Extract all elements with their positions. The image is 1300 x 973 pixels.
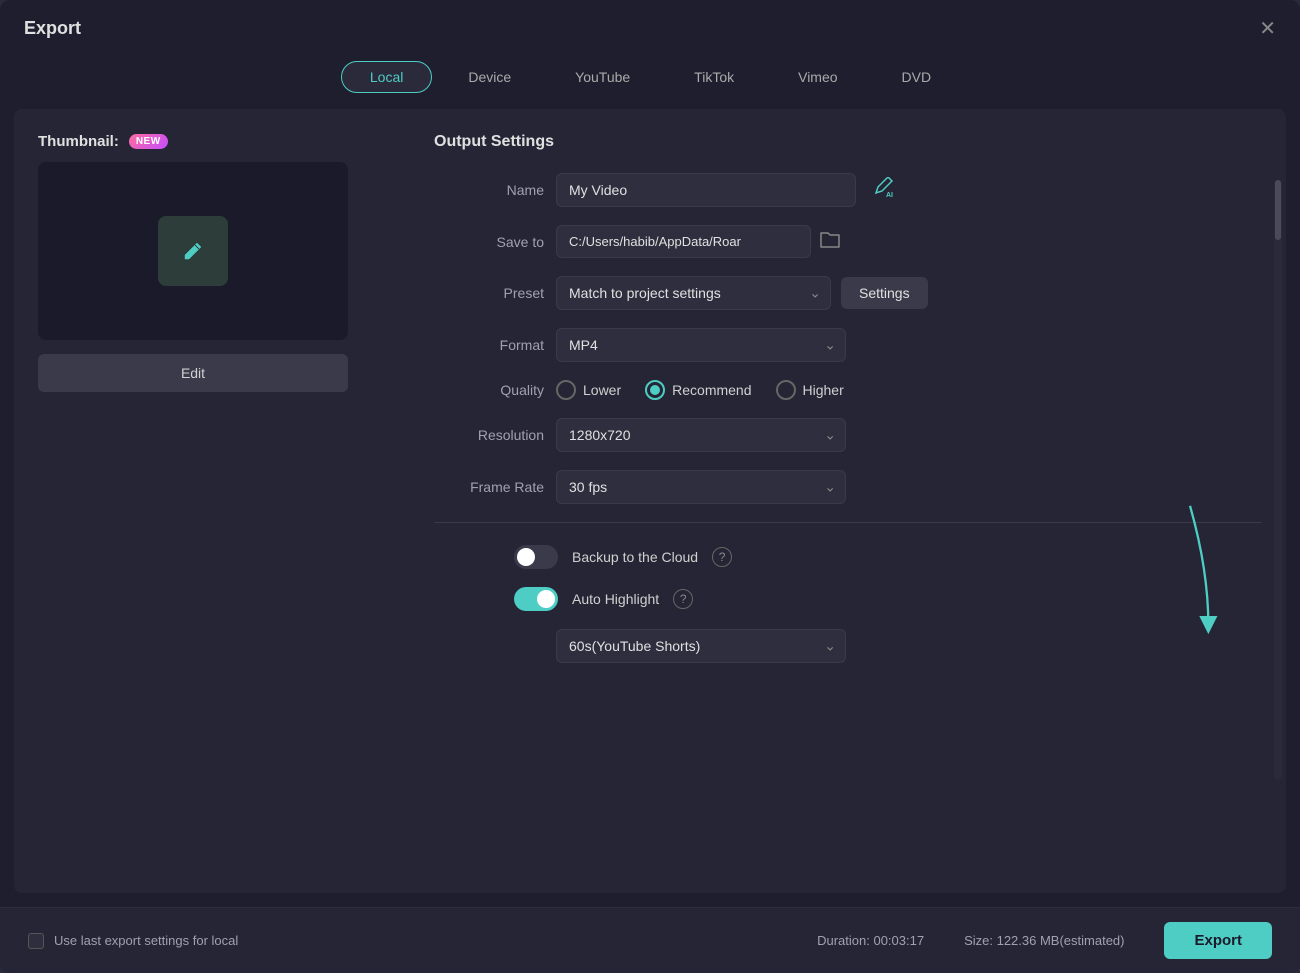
- main-content: Thumbnail: NEW Edit Output Setti: [14, 109, 1286, 893]
- backup-label: Backup to the Cloud: [572, 549, 698, 565]
- format-label: Format: [434, 337, 544, 353]
- quality-recommend-label: Recommend: [672, 382, 751, 398]
- auto-highlight-label: Auto Highlight: [572, 591, 659, 607]
- thumbnail-box: [38, 162, 348, 340]
- shorts-select[interactable]: 60s(YouTube Shorts): [556, 629, 846, 663]
- shorts-select-wrapper: 60s(YouTube Shorts): [556, 629, 846, 663]
- shorts-row: 60s(YouTube Shorts): [556, 629, 1262, 663]
- quality-lower-radio[interactable]: [556, 380, 576, 400]
- titlebar: Export ✕: [0, 0, 1300, 53]
- tab-local[interactable]: Local: [341, 61, 432, 93]
- last-export-checkbox[interactable]: [28, 933, 44, 949]
- quality-row: Quality Lower Recommend: [434, 380, 1262, 400]
- quality-higher-label: Higher: [803, 382, 844, 398]
- preset-select-wrapper: Match to project settings: [556, 276, 831, 310]
- output-settings-title: Output Settings: [434, 133, 1262, 151]
- edit-pencil-icon: [175, 233, 211, 269]
- tab-device[interactable]: Device: [440, 62, 539, 92]
- right-panel: Output Settings Name AI Save to: [414, 133, 1286, 893]
- checkbox-row: Use last export settings for local: [28, 933, 238, 949]
- svg-text:AI: AI: [886, 192, 893, 199]
- backup-row: Backup to the Cloud ?: [514, 545, 1262, 569]
- quality-options: Lower Recommend Higher: [556, 380, 844, 400]
- tabs-row: Local Device YouTube TikTok Vimeo DVD: [0, 53, 1300, 109]
- resolution-label: Resolution: [434, 427, 544, 443]
- format-row: Format MP4: [434, 328, 1262, 362]
- new-badge: NEW: [129, 134, 168, 149]
- backup-help-icon[interactable]: ?: [712, 547, 732, 567]
- scrollbar-thumb: [1275, 180, 1281, 240]
- quality-lower-label: Lower: [583, 382, 621, 398]
- name-row: Name AI: [434, 173, 1262, 207]
- quality-label: Quality: [434, 382, 544, 398]
- quality-higher-option[interactable]: Higher: [776, 380, 844, 400]
- auto-highlight-row: Auto Highlight ?: [514, 587, 1262, 611]
- quality-higher-radio[interactable]: [776, 380, 796, 400]
- duration-info: Duration: 00:03:17: [817, 933, 924, 948]
- name-label: Name: [434, 182, 544, 198]
- window-title: Export: [24, 18, 81, 39]
- thumbnail-label: Thumbnail:: [38, 133, 119, 150]
- thumbnail-label-row: Thumbnail: NEW: [38, 133, 168, 150]
- ai-pencil-icon: AI: [872, 177, 894, 199]
- quality-recommend-option[interactable]: Recommend: [645, 380, 751, 400]
- resolution-row: Resolution 1280x720: [434, 418, 1262, 452]
- size-info: Size: 122.36 MB(estimated): [964, 933, 1124, 948]
- close-button[interactable]: ✕: [1259, 19, 1276, 39]
- frame-rate-select[interactable]: 30 fps: [556, 470, 846, 504]
- name-input[interactable]: [556, 173, 856, 207]
- quality-recommend-radio[interactable]: [645, 380, 665, 400]
- last-export-label: Use last export settings for local: [54, 933, 238, 948]
- quality-lower-option[interactable]: Lower: [556, 380, 621, 400]
- tab-youtube[interactable]: YouTube: [547, 62, 658, 92]
- bottom-bar: Use last export settings for local Durat…: [0, 907, 1300, 973]
- thumbnail-icon: [158, 216, 228, 286]
- preset-row: Preset Match to project settings Setting…: [434, 276, 1262, 310]
- preset-wrap: Match to project settings Settings: [556, 276, 1262, 310]
- tab-tiktok[interactable]: TikTok: [666, 62, 762, 92]
- tab-vimeo[interactable]: Vimeo: [770, 62, 865, 92]
- settings-button[interactable]: Settings: [841, 277, 928, 309]
- frame-rate-row: Frame Rate 30 fps: [434, 470, 1262, 504]
- format-select-wrapper: MP4: [556, 328, 846, 362]
- export-button[interactable]: Export: [1164, 922, 1272, 959]
- resolution-select-wrapper: 1280x720: [556, 418, 846, 452]
- scrollbar[interactable]: [1274, 180, 1282, 780]
- left-panel: Thumbnail: NEW Edit: [14, 133, 414, 893]
- auto-highlight-toggle[interactable]: [514, 587, 558, 611]
- bottom-info: Duration: 00:03:17 Size: 122.36 MB(estim…: [817, 922, 1272, 959]
- preset-select[interactable]: Match to project settings: [556, 276, 831, 310]
- tab-dvd[interactable]: DVD: [874, 62, 960, 92]
- quality-recommend-inner: [650, 385, 660, 395]
- save-to-input[interactable]: [556, 225, 811, 258]
- frame-rate-label: Frame Rate: [434, 479, 544, 495]
- preset-label: Preset: [434, 285, 544, 301]
- divider: [434, 522, 1262, 523]
- content-area: Thumbnail: NEW Edit Output Setti: [14, 109, 1286, 893]
- format-select[interactable]: MP4: [556, 328, 846, 362]
- backup-toggle-thumb: [517, 548, 535, 566]
- edit-button[interactable]: Edit: [38, 354, 348, 392]
- resolution-select[interactable]: 1280x720: [556, 418, 846, 452]
- frame-rate-select-wrapper: 30 fps: [556, 470, 846, 504]
- folder-icon: [819, 229, 841, 249]
- folder-button[interactable]: [819, 229, 841, 254]
- export-window: Export ✕ Local Device YouTube TikTok Vim…: [0, 0, 1300, 973]
- save-to-label: Save to: [434, 234, 544, 250]
- backup-toggle[interactable]: [514, 545, 558, 569]
- auto-highlight-toggle-thumb: [537, 590, 555, 608]
- save-to-row: Save to: [434, 225, 1262, 258]
- auto-highlight-help-icon[interactable]: ?: [673, 589, 693, 609]
- path-input-wrap: [556, 225, 856, 258]
- ai-icon[interactable]: AI: [872, 177, 894, 204]
